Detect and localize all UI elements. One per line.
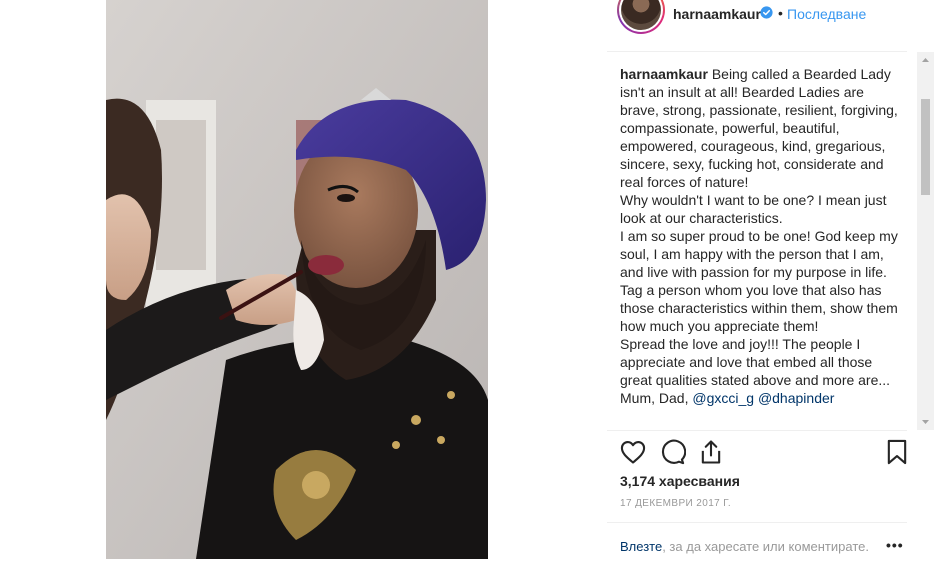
post-photo[interactable]	[106, 0, 488, 559]
footer-divider	[607, 522, 907, 523]
caption-divider	[607, 430, 907, 431]
header-username[interactable]: harnaamkaur	[673, 6, 761, 22]
scrollbar-thumb[interactable]	[921, 99, 930, 195]
caption-scrollbar[interactable]	[917, 52, 934, 430]
post-caption: harnaamkaur Being called a Bearded Lady …	[620, 65, 904, 407]
caption-mention-1[interactable]: @gxcci_g	[692, 390, 754, 406]
login-prompt: Влезте, за да харесате или коментирате.	[620, 539, 869, 554]
verified-badge-icon	[760, 6, 773, 19]
caption-mention-2[interactable]: @dhapinder	[758, 390, 835, 406]
more-options-button[interactable]: •••	[886, 537, 906, 553]
login-prompt-text: , за да харесате или коментирате.	[662, 539, 869, 554]
avatar-frame	[619, 0, 663, 32]
post-date: 17 ДЕКЕМВРИ 2017 Г.	[620, 498, 732, 509]
login-link[interactable]: Влезте	[620, 539, 662, 554]
post-header: harnaamkaur • Последване	[607, 0, 907, 40]
caption-username[interactable]: harnaamkaur	[620, 66, 708, 82]
follow-button[interactable]: Последване	[787, 6, 866, 22]
caption-text: Being called a Bearded Lady isn't an ins…	[620, 66, 898, 406]
post-side-panel: harnaamkaur • Последване harnaamkaur Bei…	[607, 0, 934, 575]
scroll-down-arrow-icon[interactable]	[917, 413, 934, 430]
profile-avatar-ring[interactable]	[617, 0, 665, 34]
post-image	[106, 0, 488, 559]
bookmark-icon[interactable]	[883, 438, 911, 466]
heart-icon[interactable]	[619, 438, 647, 466]
avatar	[621, 0, 661, 30]
header-separator: •	[778, 5, 783, 21]
scroll-up-arrow-icon[interactable]	[917, 52, 934, 69]
post-actions	[607, 436, 917, 468]
share-icon[interactable]	[697, 438, 725, 466]
like-count[interactable]: 3,174 харесвания	[620, 473, 740, 489]
caption-scroll-area[interactable]: harnaamkaur Being called a Bearded Lady …	[607, 52, 934, 430]
comment-icon[interactable]	[658, 438, 686, 466]
